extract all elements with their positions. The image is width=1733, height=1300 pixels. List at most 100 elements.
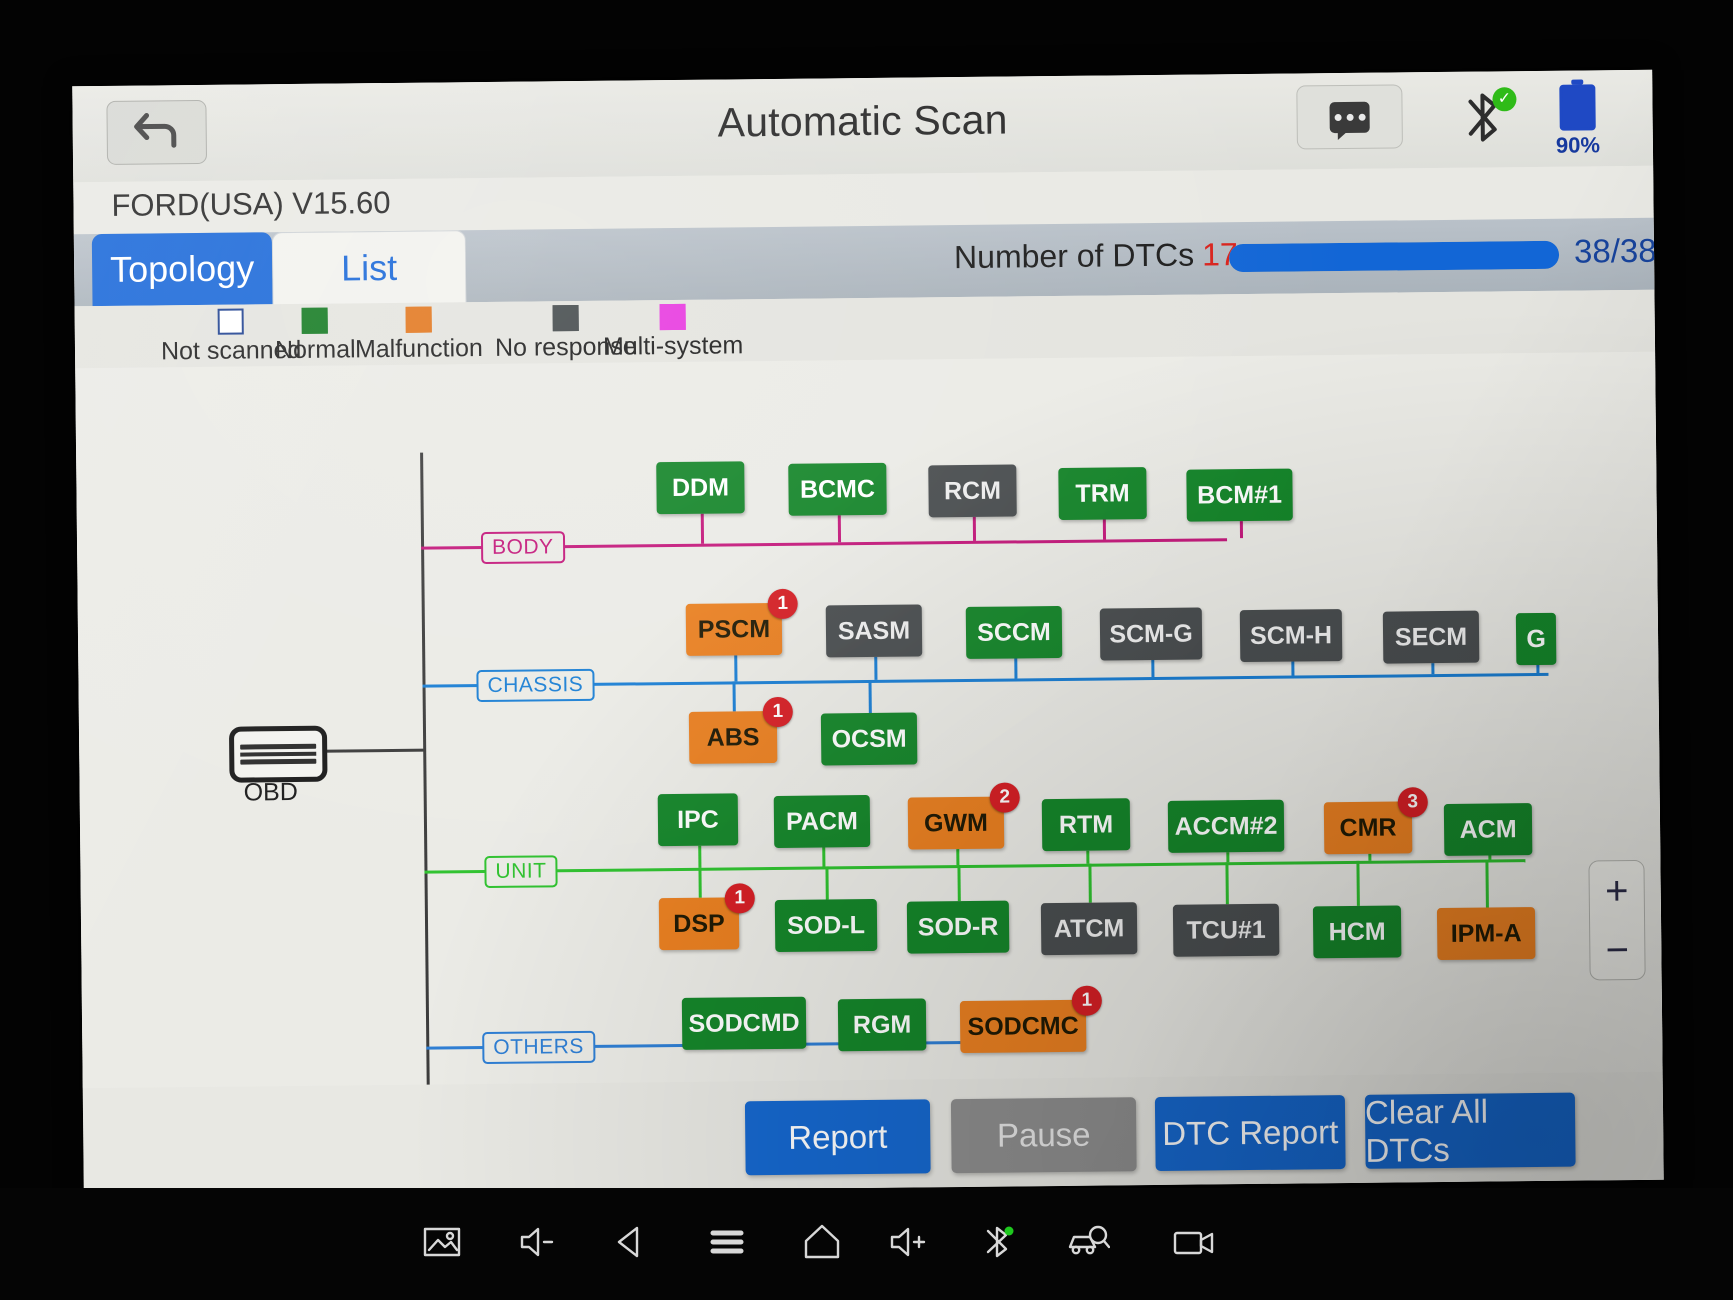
pause-button[interactable]: Pause	[951, 1097, 1137, 1173]
ecu-node-sod-l[interactable]: SOD-L	[775, 899, 878, 952]
tab-list[interactable]: List	[272, 230, 467, 305]
node-stem	[1103, 520, 1106, 540]
bluetooth-connected-icon[interactable]: ✓	[1452, 89, 1513, 146]
zoom-out-button[interactable]: −	[1606, 934, 1630, 966]
legend-label: Normal	[275, 335, 356, 365]
ecu-node-label: RCM	[944, 476, 1001, 506]
topology-canvas[interactable]: + − BODYCHASSISUNITOTHERSOBDDDMBCMCRCMTR…	[75, 352, 1662, 1089]
ecu-node-atcm[interactable]: ATCM	[1041, 902, 1138, 955]
dtc-count-badge: 1	[763, 697, 793, 727]
ecu-node-sod-r[interactable]: SOD-R	[907, 901, 1010, 954]
message-button[interactable]	[1296, 84, 1403, 149]
menu-icon[interactable]	[695, 1210, 759, 1274]
photo-background: Automatic Scan ✓ 90% FORD(USA) V15.60	[0, 0, 1733, 1300]
ecu-node-label: SOD-L	[787, 911, 865, 941]
bus-label-unit: UNIT	[484, 855, 557, 888]
battery-status: 90%	[1540, 84, 1615, 159]
obd-connector-icon[interactable]	[229, 726, 328, 783]
bus-label-chassis: CHASSIS	[476, 669, 594, 702]
ecu-node-label: SCM-H	[1250, 621, 1332, 651]
ecu-node-ddm[interactable]: DDM	[656, 461, 745, 514]
battery-percent: 90%	[1541, 132, 1615, 159]
node-stem	[822, 847, 825, 866]
action-button-row: Report PauseDTC ReportClear All DTCs	[83, 1092, 1664, 1189]
ecu-node-ipc[interactable]: IPC	[658, 793, 739, 846]
ecu-node-scm-g[interactable]: SCM-G	[1100, 608, 1203, 661]
home-icon[interactable]	[790, 1210, 854, 1274]
node-stem	[1291, 662, 1294, 676]
zoom-in-button[interactable]: +	[1605, 875, 1629, 907]
ecu-node-label: GWM	[924, 808, 988, 838]
node-stem	[957, 865, 960, 901]
node-stem	[732, 681, 735, 711]
ecu-node-ocsm[interactable]: OCSM	[821, 712, 918, 765]
ecu-node-accm-2[interactable]: ACCM#2	[1168, 800, 1285, 853]
back-icon[interactable]	[600, 1210, 664, 1274]
ecu-node-label: OCSM	[831, 724, 906, 754]
ecu-node-hcm[interactable]: HCM	[1313, 905, 1402, 958]
page-title: Automatic Scan	[72, 90, 1652, 154]
node-stem	[868, 680, 871, 713]
node-stem	[956, 849, 959, 865]
dtc-count-info: Number of DTCs17	[954, 236, 1238, 276]
ecu-node-sccm[interactable]: SCCM	[966, 606, 1063, 659]
ecu-node-g[interactable]: G	[1516, 613, 1557, 665]
ecu-node-tcu-1[interactable]: TCU#1	[1173, 904, 1280, 957]
ecu-node-rcm[interactable]: RCM	[928, 464, 1017, 517]
zoom-controls[interactable]: + −	[1588, 860, 1645, 981]
ecu-node-sodcmd[interactable]: SODCMD	[682, 997, 807, 1050]
volume-up-icon[interactable]	[875, 1210, 939, 1274]
ecu-node-label: SOD-R	[918, 912, 999, 942]
bus-line-unit	[424, 859, 1525, 874]
node-stem	[825, 866, 828, 899]
ecu-node-rtm[interactable]: RTM	[1042, 798, 1131, 851]
bluetooth-icon[interactable]	[965, 1210, 1029, 1274]
scan-progress-text: 38/38	[1574, 232, 1657, 271]
ecu-node-label: DDM	[672, 473, 729, 503]
ecu-node-bcm-1[interactable]: BCM#1	[1186, 469, 1293, 522]
ecu-node-gwm[interactable]: GWM	[908, 797, 1005, 850]
legend-label: Multi-system	[603, 331, 744, 361]
node-stem	[698, 846, 701, 868]
dtc-count-badge: 1	[1072, 986, 1102, 1016]
node-stem	[1225, 862, 1228, 904]
node-stem	[838, 515, 841, 542]
ecu-node-label: CMR	[1339, 813, 1396, 843]
message-bubble-icon	[1329, 101, 1369, 132]
ecu-node-sodcmc[interactable]: SODCMC	[960, 1000, 1087, 1053]
ecu-node-sasm[interactable]: SASM	[826, 604, 923, 657]
dtc-count-label: Number of DTCs	[954, 237, 1194, 276]
ecu-node-label: BCMC	[800, 474, 875, 504]
dtc-report-button[interactable]: DTC Report	[1155, 1095, 1346, 1171]
ecu-node-acm[interactable]: ACM	[1444, 803, 1533, 856]
obd-label: OBD	[243, 778, 297, 808]
clear-all-dtcs-button[interactable]: Clear All DTCs	[1365, 1093, 1576, 1169]
ecu-node-label: ATCM	[1054, 914, 1125, 944]
node-stem	[1240, 521, 1243, 538]
vehicle-label: FORD(USA) V15.60	[111, 185, 390, 224]
report-button[interactable]: Report	[745, 1099, 931, 1175]
node-stem	[1356, 861, 1359, 906]
vehicle-diagnostics-icon[interactable]	[1055, 1210, 1119, 1274]
bus-label-body: BODY	[481, 531, 565, 564]
node-stem	[1431, 663, 1434, 674]
node-stem	[874, 657, 877, 680]
ecu-node-label: RTM	[1059, 810, 1113, 840]
ecu-node-bcmc[interactable]: BCMC	[788, 463, 887, 516]
node-stem	[698, 868, 701, 898]
ecu-node-pacm[interactable]: PACM	[774, 795, 871, 848]
ecu-node-pscm[interactable]: PSCM	[686, 603, 783, 656]
ecu-node-trm[interactable]: TRM	[1058, 467, 1147, 520]
volume-down-icon[interactable]	[505, 1210, 569, 1274]
tab-topology[interactable]: Topology	[92, 232, 273, 306]
ecu-node-scm-h[interactable]: SCM-H	[1240, 609, 1343, 662]
screen-record-icon[interactable]	[1160, 1210, 1224, 1274]
node-stem	[1088, 864, 1091, 903]
screenshot-icon[interactable]	[410, 1210, 474, 1274]
legend-swatch	[302, 308, 328, 334]
ecu-node-ipm-a[interactable]: IPM-A	[1437, 907, 1536, 960]
ecu-node-rgm[interactable]: RGM	[838, 998, 927, 1051]
tablet-device: Automatic Scan ✓ 90% FORD(USA) V15.60	[72, 70, 1664, 1196]
ecu-node-secm[interactable]: SECM	[1383, 611, 1480, 664]
ecu-node-label: PACM	[786, 807, 858, 837]
